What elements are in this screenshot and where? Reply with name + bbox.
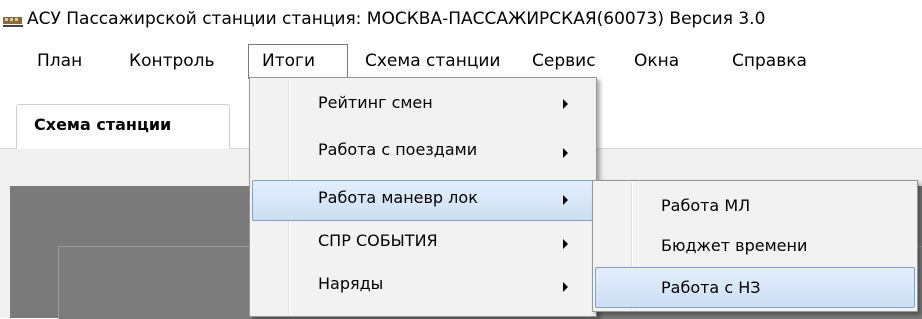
menu-item-work-ml[interactable]: Работа МЛ xyxy=(595,186,913,225)
menu-item-label: Бюджет времени xyxy=(661,236,808,255)
triangle-right-icon xyxy=(563,239,568,249)
menu-itogi-open-frame xyxy=(248,44,348,79)
menu-item-label: Наряды xyxy=(318,274,384,293)
menu-item-shift-rating[interactable]: Рейтинг смен xyxy=(252,93,592,132)
menu-bar: План Контроль Итоги Схема станции Сервис… xyxy=(0,40,922,80)
menu-item-work-nz[interactable]: Работа с НЗ xyxy=(595,267,915,308)
menu-item-label: Работа маневр лок xyxy=(318,188,478,207)
triangle-right-icon xyxy=(563,99,568,109)
menu-station-scheme[interactable]: Схема станции xyxy=(365,48,501,74)
triangle-right-icon xyxy=(563,195,568,205)
menu-help[interactable]: Справка xyxy=(732,48,807,74)
triangle-right-icon xyxy=(563,148,568,158)
menu-item-label: Рейтинг смен xyxy=(318,93,433,112)
menu-control[interactable]: Контроль xyxy=(129,48,215,74)
menu-item-label: Работа с НЗ xyxy=(661,278,761,297)
menu-service[interactable]: Сервис xyxy=(532,48,596,74)
menu-windows[interactable]: Окна xyxy=(634,48,679,74)
menu-item-spr-events[interactable]: СПР СОБЫТИЯ xyxy=(252,225,592,264)
train-icon xyxy=(3,17,23,27)
triangle-right-icon xyxy=(563,282,568,292)
menu-item-label: Работа с поездами xyxy=(318,140,478,159)
menu-item-shunting-loco-work[interactable]: Работа маневр лок xyxy=(252,180,594,221)
shunting-loco-submenu: Работа МЛ Бюджет времени Работа с НЗ xyxy=(592,180,918,312)
menu-item-label: Работа МЛ xyxy=(661,196,751,215)
window-title: АСУ Пассажирской станции станция: МОСКВА… xyxy=(27,9,766,29)
menu-item-train-work[interactable]: Работа с поездами xyxy=(252,136,592,175)
title-bar: АСУ Пассажирской станции станция: МОСКВА… xyxy=(0,0,922,40)
menu-item-time-budget[interactable]: Бюджет времени xyxy=(595,226,913,265)
tab-label: Схема станции xyxy=(34,115,172,134)
menu-plan[interactable]: План xyxy=(37,48,82,74)
itogi-dropdown: Рейтинг смен Работа с поездами Работа ма… xyxy=(249,77,597,317)
menu-item-label: СПР СОБЫТИЯ xyxy=(318,231,438,250)
menu-item-work-orders[interactable]: Наряды xyxy=(252,268,592,307)
